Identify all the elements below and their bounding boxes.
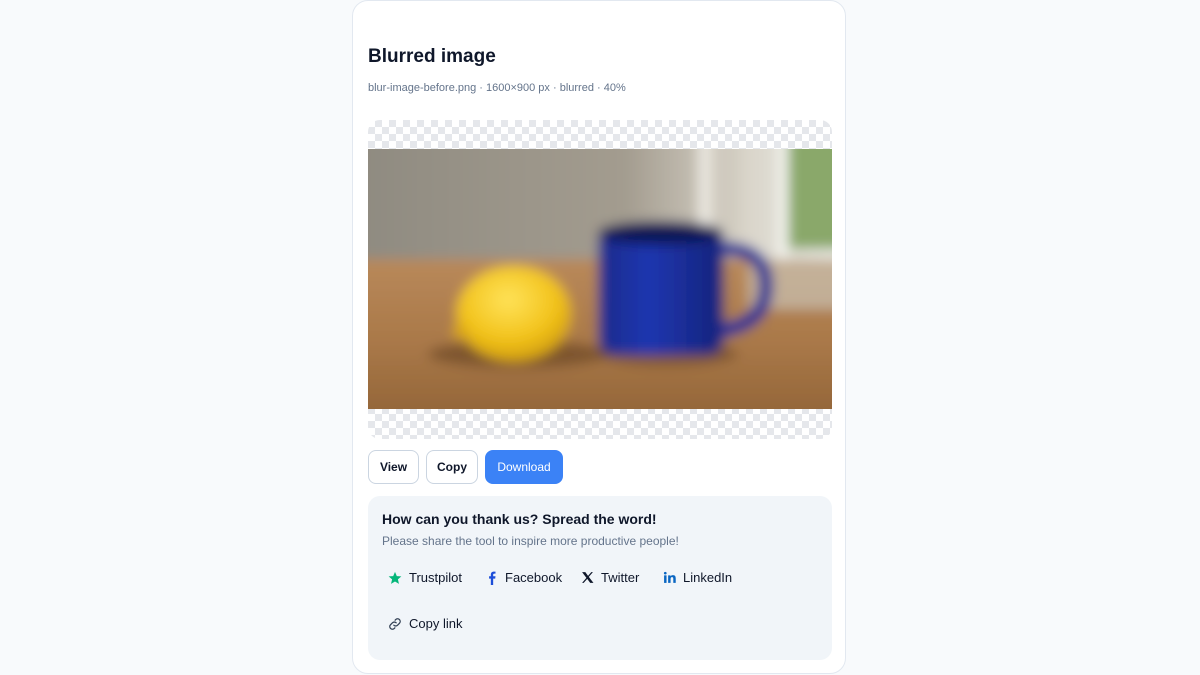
share-linkedin-label: LinkedIn: [683, 570, 733, 585]
share-twitter-link[interactable]: Twitter: [581, 570, 639, 585]
view-button[interactable]: View: [368, 450, 419, 484]
share-subtitle: Please share the tool to inspire more pr…: [382, 534, 679, 548]
link-icon: [388, 617, 402, 631]
facebook-icon: [486, 571, 498, 585]
result-title: Blurred image: [368, 46, 496, 67]
blurred-photo: [368, 149, 832, 409]
share-facebook-link[interactable]: Facebook: [486, 570, 562, 585]
file-meta: blur-image-before.png · 1600×900 px · bl…: [368, 82, 626, 94]
share-title: How can you thank us? Spread the word!: [382, 511, 657, 527]
share-linkedin-link[interactable]: LinkedIn: [663, 570, 732, 585]
share-panel: How can you thank us? Spread the word! P…: [368, 496, 832, 660]
copy-link-button[interactable]: Copy link: [388, 616, 462, 631]
image-preview: [368, 120, 832, 439]
share-twitter-label: Twitter: [601, 570, 640, 585]
download-button[interactable]: Download: [485, 450, 563, 484]
x-icon: [581, 571, 594, 584]
star-icon: [388, 571, 402, 585]
share-trustpilot-link[interactable]: Trustpilot: [388, 570, 462, 585]
result-card: Blurred image blur-image-before.png · 16…: [352, 0, 846, 674]
share-facebook-label: Facebook: [505, 570, 563, 585]
result-actions: View Copy Download: [368, 450, 563, 484]
linkedin-icon: [663, 571, 676, 584]
copy-link-label: Copy link: [409, 616, 463, 631]
copy-button[interactable]: Copy: [426, 450, 478, 484]
share-trustpilot-label: Trustpilot: [409, 570, 462, 585]
